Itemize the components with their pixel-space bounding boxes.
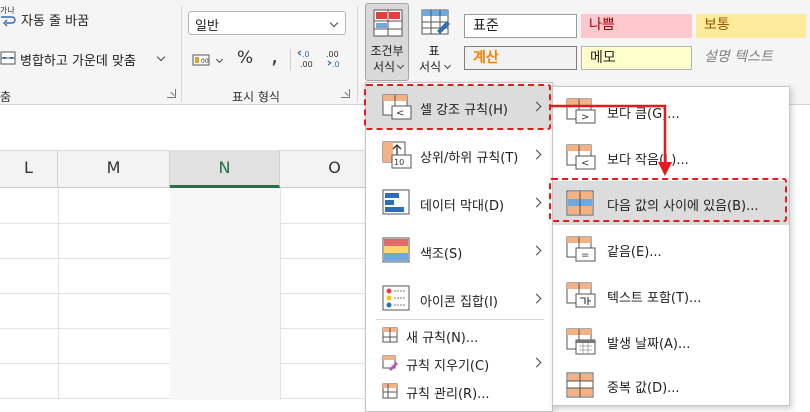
menu-item-manage-rules[interactable]: 규칙 관리(R)... [366, 377, 552, 405]
column-header-m[interactable]: M [58, 150, 170, 188]
icon-sets-icon [382, 285, 410, 311]
wrap-text-icon: 가나 [0, 6, 15, 15]
svg-text:.00: .00 [300, 60, 313, 69]
submenu-item-label: 같음(E)... [607, 245, 662, 260]
menu-item-data-bars[interactable]: 데이터 막대(D) [366, 181, 552, 225]
style-explanatory[interactable]: 설명 텍스트 [696, 46, 806, 70]
column-header-l[interactable]: L [0, 150, 58, 188]
between-annotation-box [549, 178, 787, 222]
menu-item-icon-sets[interactable]: 아이콘 집합(I) [366, 277, 552, 321]
wrap-text-button[interactable]: 가나 자동 줄 바꿈 [0, 6, 130, 32]
conditional-formatting-icon [373, 9, 403, 37]
svg-text:.00: .00 [326, 50, 339, 59]
date-occurring-icon [566, 328, 596, 355]
grid-line [58, 188, 59, 400]
wrap-arrow-icon [1, 16, 16, 27]
manage-rules-icon [382, 383, 398, 399]
menu-separator [376, 319, 544, 320]
submenu-item-duplicate-values[interactable]: 중복 값(D)... [553, 363, 789, 407]
decrease-decimal-icon[interactable]: .00 .0 [323, 48, 345, 70]
alignment-group-label: 춤 [0, 90, 12, 104]
grid-line [280, 188, 281, 400]
menu-item-top-bottom-rules[interactable]: 10 상위/하위 규칙(T) [366, 133, 552, 177]
merge-center-icon [0, 51, 16, 65]
menu-item-label: 새 규칙(N)... [406, 331, 479, 346]
group-separator [181, 6, 182, 102]
format-as-table-icon [421, 9, 450, 35]
highlight-annotation-box [364, 84, 551, 130]
group-separator [357, 6, 358, 102]
menu-item-label: 규칙 지우기(C) [406, 359, 490, 374]
data-bars-icon [382, 189, 410, 215]
chevron-right-icon [531, 245, 542, 256]
submenu-item-equal-to[interactable]: = 같음(E)... [553, 227, 789, 271]
format-as-table-button[interactable]: 표 서식 [414, 3, 458, 81]
menu-item-label: 규칙 관리(R)... [406, 387, 490, 402]
svg-text:10: 10 [394, 158, 404, 167]
color-scales-icon [382, 237, 410, 263]
column-header-n[interactable]: N [170, 150, 280, 188]
conditional-formatting-menu: < 셀 강조 규칙(H) 10 상위/하위 규칙(T) 데이터 막대(D) 색조… [365, 82, 553, 412]
number-format-value: 일반 [195, 19, 219, 34]
chevron-down-icon[interactable] [156, 52, 166, 62]
submenu-item-text-contains[interactable]: 텍스트 포함(T)... [553, 273, 789, 317]
accounting-icon: 00 [192, 54, 210, 66]
submenu-item-label: 중복 값(D)... [607, 381, 680, 396]
chevron-right-icon [531, 293, 542, 304]
menu-item-color-scales[interactable]: 색조(S) [366, 229, 552, 273]
alignment-launcher-icon[interactable] [167, 89, 176, 98]
style-note[interactable]: 메모 [581, 46, 692, 70]
menu-item-label: 색조(S) [420, 247, 463, 262]
merge-center-button[interactable]: 병합하고 가운데 맞춤 [0, 46, 172, 72]
submenu-item-label: 텍스트 포함(T)... [607, 291, 702, 306]
increase-decimal-icon[interactable]: .0 .00 [297, 48, 317, 70]
new-rule-icon [382, 327, 398, 343]
svg-text:.0: .0 [302, 50, 310, 59]
style-bad[interactable]: 나쁨 [581, 14, 692, 38]
conditional-formatting-button[interactable]: 조건부 서식 [365, 3, 409, 81]
chevron-right-icon [531, 357, 542, 368]
style-calculation[interactable]: 계산 [464, 46, 577, 70]
menu-item-clear-rules[interactable]: 규칙 지우기(C) [366, 349, 552, 377]
menu-item-label: 데이터 막대(D) [420, 199, 505, 214]
style-normal[interactable]: 표준 [464, 14, 577, 38]
accounting-format-button[interactable]: 00 [191, 47, 229, 73]
annotation-arrow [550, 104, 672, 176]
conditional-formatting-label-1: 조건부 [370, 44, 404, 58]
menu-item-new-rule[interactable]: 새 규칙(N)... [366, 321, 552, 349]
top-bottom-rules-icon: 10 [382, 141, 412, 169]
equal-to-icon: = [566, 236, 596, 262]
percent-button[interactable]: % [237, 48, 253, 74]
menu-item-label: 아이콘 집합(I) [420, 295, 498, 310]
svg-text:00: 00 [201, 58, 209, 65]
clear-rules-icon [382, 355, 398, 371]
merge-center-label: 병합하고 가운데 맞춤 [20, 54, 136, 69]
chevron-right-icon [531, 197, 542, 208]
chevron-down-icon [329, 18, 339, 28]
text-contains-icon [566, 282, 596, 308]
number-format-select[interactable]: 일반 [188, 11, 346, 35]
chevron-down-icon [215, 55, 224, 64]
svg-text:=: = [581, 250, 589, 261]
number-group-label: 표시 형식 [232, 90, 280, 104]
comma-button[interactable]: , [271, 44, 278, 70]
submenu-item-date-occurring[interactable]: 발생 날짜(A)... [553, 319, 789, 363]
menu-item-label: 상위/하위 규칙(T) [420, 151, 519, 166]
selected-column-n [170, 188, 280, 400]
format-as-table-label-1: 표 [428, 44, 440, 58]
submenu-item-label: 발생 날짜(A)... [607, 337, 691, 352]
svg-text:.0: .0 [332, 60, 340, 69]
duplicate-values-icon [566, 372, 594, 398]
number-launcher-icon[interactable] [341, 89, 350, 98]
ribbon-small-separator [290, 50, 291, 70]
style-neutral[interactable]: 보통 [696, 14, 806, 38]
wrap-text-label: 자동 줄 바꿈 [21, 14, 90, 29]
